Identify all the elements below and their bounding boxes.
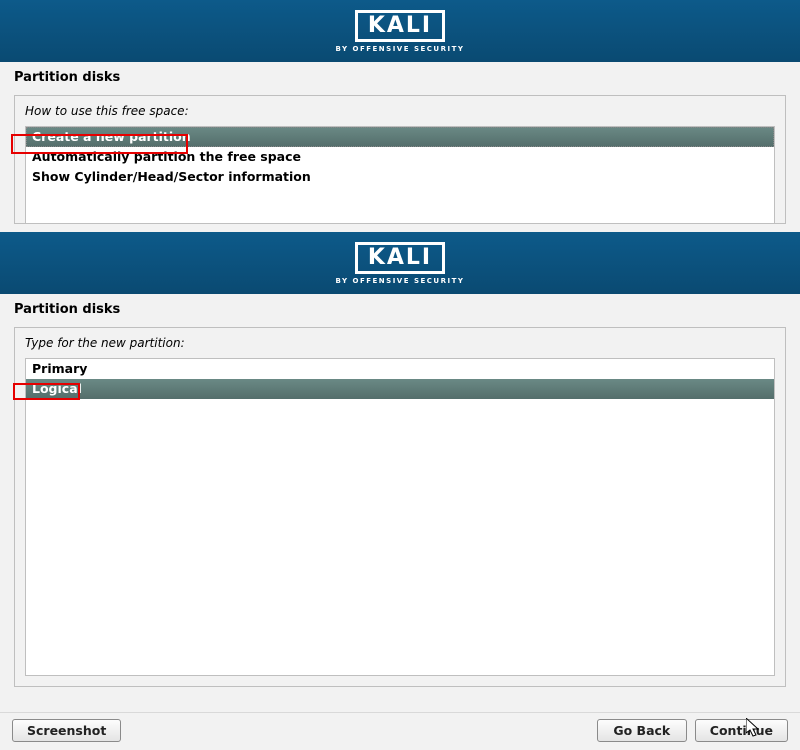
screen2-title: Partition disks: [0, 294, 800, 327]
screen2-panel: Type for the new partition: Primary Logi…: [14, 327, 786, 687]
screen1-title: Partition disks: [0, 62, 800, 95]
screenshot-button[interactable]: Screenshot: [12, 719, 121, 742]
screen1-banner: KALI BY OFFENSIVE SECURITY: [0, 0, 800, 62]
screen1-panel: How to use this free space: Create a new…: [14, 95, 786, 224]
kali-logo-text: KALI: [355, 242, 445, 274]
option-show-chs[interactable]: Show Cylinder/Head/Sector information: [26, 167, 774, 187]
kali-logo-subtitle: BY OFFENSIVE SECURITY: [336, 277, 465, 285]
continue-button[interactable]: Continue: [695, 719, 788, 742]
screen2-container: KALI BY OFFENSIVE SECURITY Partition dis…: [0, 232, 800, 687]
go-back-button[interactable]: Go Back: [597, 719, 687, 742]
screen1-option-list: Create a new partition Automatically par…: [25, 126, 775, 223]
kali-logo-subtitle: BY OFFENSIVE SECURITY: [336, 45, 465, 53]
screen2-option-list: Primary Logical: [25, 358, 775, 676]
screen2-prompt: Type for the new partition:: [25, 336, 775, 350]
kali-logo: KALI BY OFFENSIVE SECURITY: [336, 10, 465, 53]
option-logical[interactable]: Logical: [26, 379, 774, 399]
footer-bar: Screenshot Go Back Continue: [0, 712, 800, 750]
option-auto-partition[interactable]: Automatically partition the free space: [26, 147, 774, 167]
screen1-prompt: How to use this free space:: [25, 104, 775, 118]
option-primary[interactable]: Primary: [26, 359, 774, 379]
kali-logo: KALI BY OFFENSIVE SECURITY: [336, 242, 465, 285]
option-create-new-partition[interactable]: Create a new partition: [26, 127, 774, 147]
kali-logo-text: KALI: [355, 10, 445, 42]
screen2-banner: KALI BY OFFENSIVE SECURITY: [0, 232, 800, 294]
